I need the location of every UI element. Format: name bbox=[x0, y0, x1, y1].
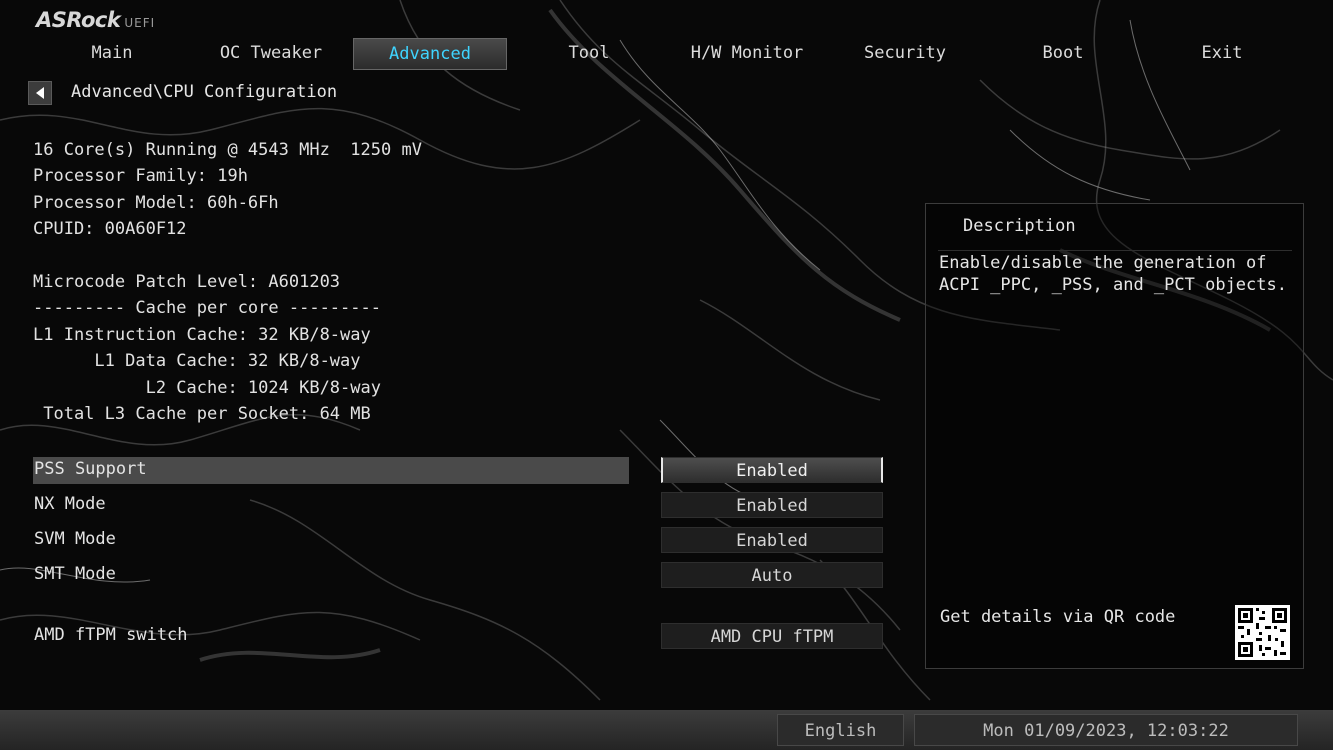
amd-ftpm-switch-value[interactable]: AMD CPU fTPM bbox=[661, 623, 883, 649]
back-button[interactable] bbox=[28, 81, 52, 105]
cpu-running-info: 16 Core(s) Running @ 4543 MHz 1250 mV bbox=[33, 140, 422, 160]
setting-label-pss-support[interactable]: PSS Support bbox=[34, 459, 147, 479]
setting-label-svm-mode[interactable]: SVM Mode bbox=[34, 529, 116, 549]
tab-tool[interactable]: Tool bbox=[540, 38, 638, 70]
breadcrumb: Advanced\CPU Configuration bbox=[71, 82, 338, 102]
description-divider bbox=[938, 250, 1292, 251]
tab-security[interactable]: Security bbox=[850, 38, 960, 70]
tab-hw-monitor[interactable]: H/W Monitor bbox=[690, 38, 804, 70]
processor-model: Processor Model: 60h-6Fh bbox=[33, 193, 279, 213]
main-tab-bar: Main OC Tweaker Advanced Tool H/W Monito… bbox=[0, 38, 1333, 70]
tab-oc-tweaker[interactable]: OC Tweaker bbox=[206, 38, 336, 70]
tab-advanced[interactable]: Advanced bbox=[353, 38, 507, 70]
microcode-patch-level: Microcode Patch Level: A601203 bbox=[33, 272, 341, 292]
setting-label-nx-mode[interactable]: NX Mode bbox=[34, 494, 106, 514]
smt-mode-value[interactable]: Auto bbox=[661, 562, 883, 588]
tab-exit[interactable]: Exit bbox=[1182, 38, 1262, 70]
l1-data-cache: L1 Data Cache: 32 KB/8-way bbox=[33, 351, 361, 371]
tab-boot[interactable]: Boot bbox=[1022, 38, 1104, 70]
asrock-logo: ASRock UEFI bbox=[36, 8, 155, 32]
nx-mode-value[interactable]: Enabled bbox=[661, 492, 883, 518]
language-button[interactable]: English bbox=[777, 714, 904, 746]
cpuid: CPUID: 00A60F12 bbox=[33, 219, 187, 239]
qr-code-label: Get details via QR code bbox=[940, 607, 1176, 627]
description-title: Description bbox=[963, 216, 1076, 236]
l1-instruction-cache: L1 Instruction Cache: 32 KB/8-way bbox=[33, 325, 371, 345]
description-text: Enable/disable the generation of ACPI _P… bbox=[939, 253, 1287, 295]
back-arrow-icon bbox=[36, 87, 44, 99]
brand-sub: UEFI bbox=[124, 16, 156, 30]
brand-name: ASRock bbox=[36, 8, 121, 32]
svm-mode-value[interactable]: Enabled bbox=[661, 527, 883, 553]
setting-label-amd-ftpm-switch[interactable]: AMD fTPM switch bbox=[34, 625, 188, 645]
l2-cache: L2 Cache: 1024 KB/8-way bbox=[33, 378, 381, 398]
tab-main[interactable]: Main bbox=[60, 38, 164, 70]
date-time-display: Mon 01/09/2023, 12:03:22 bbox=[914, 714, 1298, 746]
qr-code-icon[interactable] bbox=[1235, 605, 1290, 660]
pss-support-value[interactable]: Enabled bbox=[661, 457, 883, 483]
cache-per-core-header: --------- Cache per core --------- bbox=[33, 298, 381, 318]
setting-label-smt-mode[interactable]: SMT Mode bbox=[34, 564, 116, 584]
processor-family: Processor Family: 19h bbox=[33, 166, 248, 186]
description-panel: Description Enable/disable the generatio… bbox=[925, 203, 1304, 669]
l3-cache: Total L3 Cache per Socket: 64 MB bbox=[33, 404, 371, 424]
